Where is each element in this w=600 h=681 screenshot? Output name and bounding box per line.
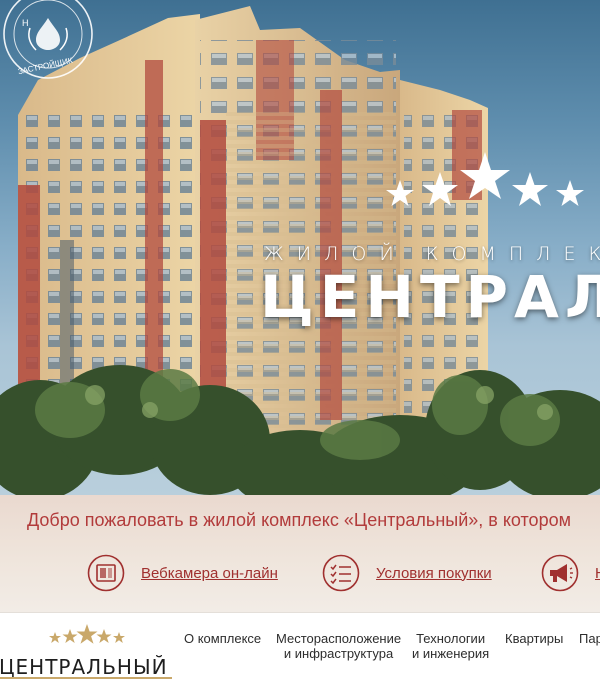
- nav-parking[interactable]: Пар: [579, 631, 600, 646]
- logo-stars: [49, 624, 125, 644]
- megaphone-icon: [541, 554, 579, 592]
- welcome-text: Добро пожаловать в жилой комплекс «Центр…: [27, 510, 571, 530]
- hero-title: ЦЕНТРАЛЬНЫЙ: [260, 263, 600, 331]
- webcam-icon: [87, 554, 125, 592]
- nav-apartments[interactable]: Квартиры: [505, 631, 563, 646]
- welcome-section: Добро пожаловать в жилой комплекс «Центр…: [0, 495, 600, 612]
- developer-seal-logo: Н ЗАСТРОЙЩИК: [3, 0, 93, 79]
- star-icon: [460, 152, 510, 199]
- hero-stars: [386, 152, 584, 206]
- main-navigation: ЦЕНТРАЛЬНЫЙ О комплексе Месторасположени…: [0, 612, 600, 681]
- nav-about-label: О комплексе: [184, 631, 262, 646]
- star-icon: [49, 632, 61, 643]
- hero-subtitle: ЖИЛОЙ КОМПЛЕКС: [264, 243, 600, 265]
- checklist-icon: [322, 554, 360, 592]
- nav-location-label-1: Месторасположение: [276, 631, 402, 646]
- webcam-link-label: Вебкамера он-лайн: [141, 564, 278, 582]
- star-icon: [512, 172, 548, 206]
- star-icon: [76, 624, 98, 644]
- purchase-terms-link[interactable]: Условия покупки: [322, 553, 492, 593]
- nav-technology[interactable]: Технологии и инженерия: [412, 631, 489, 661]
- logo-text: ЦЕНТРАЛЬНЫЙ: [0, 655, 168, 679]
- nav-location[interactable]: Месторасположение и инфраструктура: [276, 631, 401, 661]
- webcam-link[interactable]: Вебкамера он-лайн: [87, 553, 278, 593]
- nav-parking-label: Пар: [579, 631, 600, 646]
- seal-bottom-text: ЗАСТРОЙЩИК: [17, 56, 73, 76]
- seal-top-letter: Н: [22, 18, 29, 28]
- nav-technology-label-1: Технологии: [416, 631, 486, 646]
- nav-apartments-label: Квартиры: [505, 631, 564, 646]
- star-icon: [113, 632, 125, 643]
- purchase-terms-link-label: Условия покупки: [376, 564, 492, 582]
- site-logo[interactable]: ЦЕНТРАЛЬНЫЙ: [0, 621, 178, 679]
- news-link[interactable]: Н: [541, 553, 600, 593]
- star-icon: [62, 629, 78, 643]
- nav-location-label-2: и инфраструктура: [283, 646, 394, 661]
- hero-banner: Н ЗАСТРОЙЩИК ЖИЛОЙ КОМПЛЕКС ЦЕНТРАЛЬНЫЙ: [0, 0, 600, 495]
- nav-about[interactable]: О комплексе: [184, 631, 261, 646]
- news-link-label: Н: [595, 565, 600, 582]
- star-icon: [422, 172, 458, 206]
- star-icon: [96, 629, 112, 643]
- logo-underline: [0, 677, 172, 679]
- star-icon: [556, 180, 584, 206]
- nav-technology-label-2: и инженерия: [412, 646, 490, 661]
- star-icon: [386, 180, 414, 206]
